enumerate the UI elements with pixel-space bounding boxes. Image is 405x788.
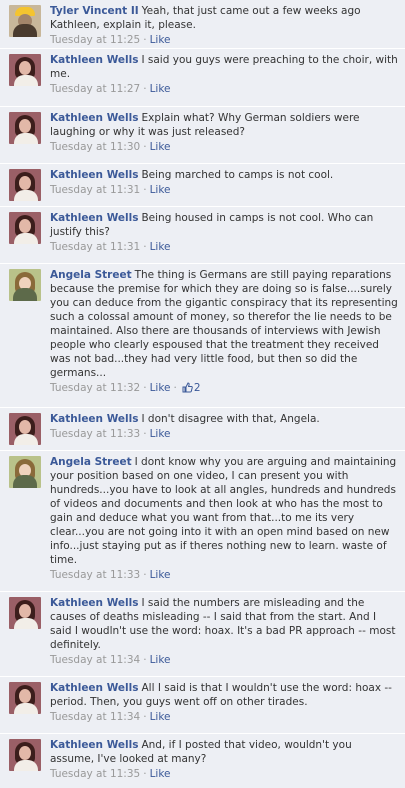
comment-item: Kathleen Wells I said you guys were preac…: [0, 49, 405, 107]
timestamp[interactable]: Tuesday at 11:31: [50, 184, 140, 196]
woman-dark-hair-avatar[interactable]: [9, 413, 41, 445]
timestamp[interactable]: Tuesday at 11:34: [50, 654, 140, 666]
comment-meta: Tuesday at 11:25 · Like: [50, 34, 171, 46]
thumbs-up-icon: [182, 382, 193, 393]
woman-dark-hair-avatar[interactable]: [9, 739, 41, 771]
comment-item: Kathleen Wells Explain what? Why German s…: [0, 107, 405, 164]
author-link[interactable]: Kathleen Wells: [50, 739, 138, 751]
like-link[interactable]: Like: [150, 83, 171, 95]
like-link[interactable]: Like: [150, 184, 171, 196]
comment-text: Kathleen Wells And, if I posted that vide…: [50, 738, 399, 766]
like-link[interactable]: Like: [150, 141, 171, 153]
author-link[interactable]: Kathleen Wells: [50, 169, 138, 181]
comment-body: The thing is Germans are still paying re…: [50, 269, 398, 379]
author-link[interactable]: Tyler Vincent II: [50, 5, 139, 17]
author-link[interactable]: Kathleen Wells: [50, 682, 138, 694]
like-link[interactable]: Like: [150, 34, 171, 46]
comment-meta: Tuesday at 11:34 · Like: [50, 654, 171, 666]
comment-item: Kathleen Wells I don't disagree with that…: [0, 408, 405, 451]
comment-item: Angela Street The thing is Germans are st…: [0, 264, 405, 408]
comment-item: Angela Street I dont know why you are arg…: [0, 451, 405, 592]
comment-body: I don't disagree with that, Angela.: [141, 413, 320, 425]
woman-dark-hair-avatar[interactable]: [9, 682, 41, 714]
comment-meta: Tuesday at 11:32 · Like · 2: [50, 382, 201, 394]
author-link[interactable]: Kathleen Wells: [50, 413, 138, 425]
timestamp[interactable]: Tuesday at 11:32: [50, 382, 140, 394]
like-link[interactable]: Like: [150, 711, 171, 723]
comment-text: Tyler Vincent II Yeah, that just came out…: [50, 4, 399, 32]
comment-meta: Tuesday at 11:33 · Like: [50, 569, 171, 581]
author-link[interactable]: Kathleen Wells: [50, 54, 138, 66]
author-link[interactable]: Kathleen Wells: [50, 112, 138, 124]
comment-meta: Tuesday at 11:34 · Like: [50, 711, 171, 723]
woman-light-hair-avatar[interactable]: [9, 269, 41, 301]
like-link[interactable]: Like: [150, 569, 171, 581]
timestamp[interactable]: Tuesday at 11:33: [50, 569, 140, 581]
timestamp[interactable]: Tuesday at 11:34: [50, 711, 140, 723]
timestamp[interactable]: Tuesday at 11:31: [50, 241, 140, 253]
like-link[interactable]: Like: [150, 768, 171, 780]
comment-meta: Tuesday at 11:35 · Like: [50, 768, 171, 780]
comment-text: Angela Street The thing is Germans are st…: [50, 268, 399, 380]
hardhat-avatar[interactable]: [9, 5, 41, 37]
author-link[interactable]: Kathleen Wells: [50, 597, 138, 609]
comment-item: Kathleen Wells And, if I posted that vide…: [0, 734, 405, 788]
comment-text: Kathleen Wells I said the numbers are mis…: [50, 596, 399, 652]
likes-count[interactable]: 2: [182, 382, 201, 394]
woman-dark-hair-avatar[interactable]: [9, 54, 41, 86]
comment-body: I dont know why you are arguing and main…: [50, 456, 397, 566]
like-link[interactable]: Like: [150, 382, 171, 394]
comment-meta: Tuesday at 11:27 · Like: [50, 83, 171, 95]
comment-meta: Tuesday at 11:31 · Like: [50, 184, 171, 196]
comment-body: Being marched to camps is not cool.: [141, 169, 334, 181]
like-link[interactable]: Like: [150, 241, 171, 253]
comment-text: Kathleen Wells Explain what? Why German s…: [50, 111, 399, 139]
comment-item: Kathleen Wells Being marched to camps is …: [0, 164, 405, 207]
timestamp[interactable]: Tuesday at 11:27: [50, 83, 140, 95]
timestamp[interactable]: Tuesday at 11:30: [50, 141, 140, 153]
like-link[interactable]: Like: [150, 654, 171, 666]
comment-item: Kathleen Wells Being housed in camps is n…: [0, 207, 405, 264]
woman-dark-hair-avatar[interactable]: [9, 169, 41, 201]
woman-light-hair-avatar[interactable]: [9, 456, 41, 488]
comment-text: Kathleen Wells All I said is that I would…: [50, 681, 399, 709]
comment-text: Angela Street I dont know why you are arg…: [50, 455, 399, 567]
comment-text: Kathleen Wells I said you guys were preac…: [50, 53, 399, 81]
comment-item: Tyler Vincent II Yeah, that just came out…: [0, 0, 405, 49]
author-link[interactable]: Angela Street: [50, 456, 132, 468]
comment-thread: Tyler Vincent II Yeah, that just came out…: [0, 0, 405, 788]
comment-item: Kathleen Wells I said the numbers are mis…: [0, 592, 405, 677]
comment-meta: Tuesday at 11:31 · Like: [50, 241, 171, 253]
comment-text: Kathleen Wells I don't disagree with that…: [50, 412, 399, 426]
comment-text: Kathleen Wells Being housed in camps is n…: [50, 211, 399, 239]
timestamp[interactable]: Tuesday at 11:33: [50, 428, 140, 440]
author-link[interactable]: Kathleen Wells: [50, 212, 138, 224]
likes-count-value: 2: [193, 382, 201, 394]
comment-text: Kathleen Wells Being marched to camps is …: [50, 168, 399, 182]
comment-item: Kathleen Wells All I said is that I would…: [0, 677, 405, 734]
woman-dark-hair-avatar[interactable]: [9, 112, 41, 144]
timestamp[interactable]: Tuesday at 11:25: [50, 34, 140, 46]
woman-dark-hair-avatar[interactable]: [9, 212, 41, 244]
woman-dark-hair-avatar[interactable]: [9, 597, 41, 629]
timestamp[interactable]: Tuesday at 11:35: [50, 768, 140, 780]
comment-meta: Tuesday at 11:30 · Like: [50, 141, 171, 153]
like-link[interactable]: Like: [150, 428, 171, 440]
comment-meta: Tuesday at 11:33 · Like: [50, 428, 171, 440]
author-link[interactable]: Angela Street: [50, 269, 132, 281]
